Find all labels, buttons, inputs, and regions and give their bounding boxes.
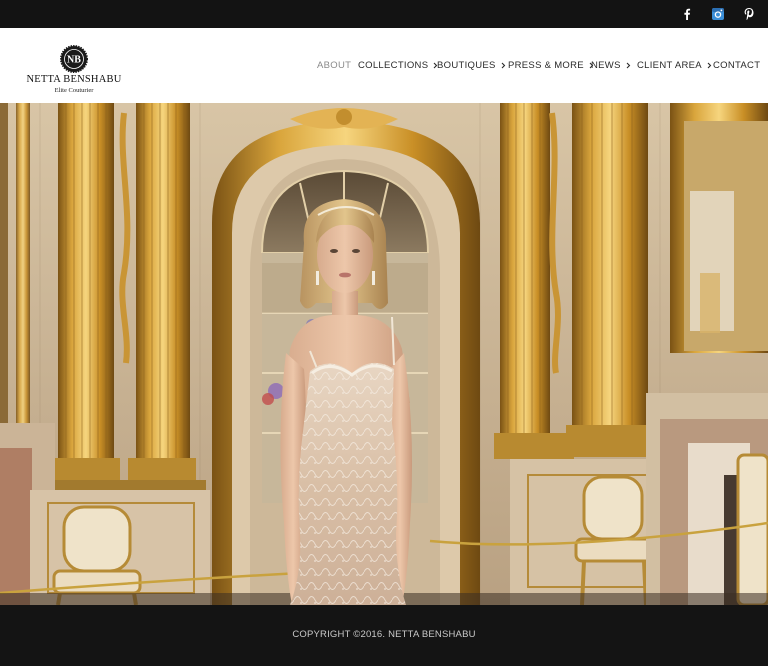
nav-item-news[interactable]: NEWS	[591, 28, 631, 103]
nav-label: CLIENT AREA	[637, 60, 702, 71]
top-bar	[0, 0, 768, 28]
nav-item-collections[interactable]: COLLECTIONS	[358, 28, 438, 103]
hero-illustration	[0, 103, 768, 605]
nav-item-press-more[interactable]: PRESS & MORE	[508, 28, 594, 103]
nav-item-contact[interactable]: CONTACT	[713, 28, 760, 103]
nav-label: PRESS & MORE	[508, 60, 584, 71]
nav-item-client-area[interactable]: CLIENT AREA	[637, 28, 712, 103]
nav-label: BOUTIQUES	[437, 60, 496, 71]
hero-image	[0, 103, 768, 605]
chevron-right-icon	[501, 62, 505, 69]
nav-item-boutiques[interactable]: BOUTIQUES	[437, 28, 506, 103]
facebook-icon[interactable]	[676, 0, 698, 28]
site-footer: COPYRIGHT ©2016. NETTA BENSHABU	[0, 605, 768, 666]
nav-label: NEWS	[591, 60, 621, 71]
instagram-icon[interactable]	[707, 0, 729, 28]
copyright-text: COPYRIGHT ©2016. NETTA BENSHABU	[292, 629, 476, 640]
nav-item-about[interactable]: ABOUT	[317, 28, 351, 103]
nav-label: COLLECTIONS	[358, 60, 429, 71]
chair-left	[52, 505, 142, 605]
chevron-right-icon	[707, 62, 712, 69]
pinterest-icon[interactable]	[738, 0, 760, 28]
nav-label: CONTACT	[713, 60, 761, 71]
main-nav: ABOUT COLLECTIONS BOUTIQUES PRESS & MORE…	[0, 28, 768, 103]
chevron-right-icon	[626, 62, 630, 69]
nav-label: ABOUT	[317, 60, 352, 71]
